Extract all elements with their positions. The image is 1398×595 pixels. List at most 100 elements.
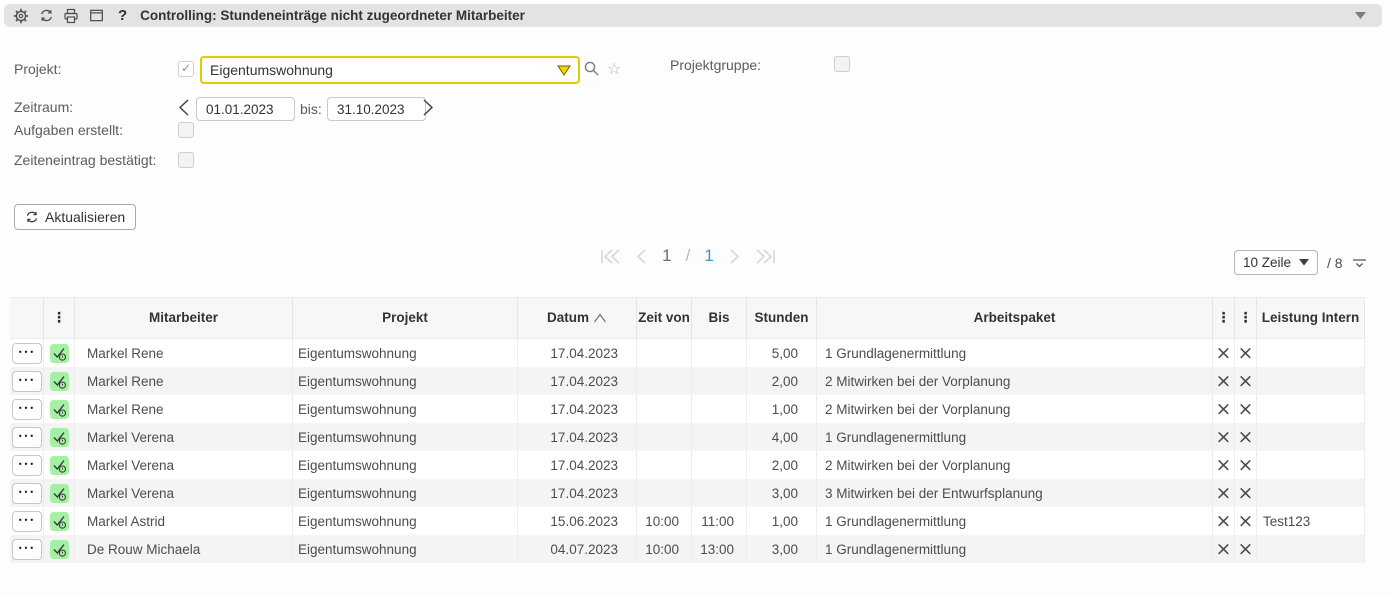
print-icon[interactable] <box>62 7 80 25</box>
cell-mitarbeiter: Markel Verena <box>75 451 293 479</box>
cell-stunden: 1,00 <box>747 395 817 423</box>
confirm-time-entry-button[interactable] <box>50 484 69 503</box>
delete-entry-button[interactable]: × <box>1216 512 1232 531</box>
ellipsis-icon: ••• <box>18 489 35 497</box>
confirm-time-entry-button[interactable] <box>50 512 69 531</box>
column-header-arbeitspaket[interactable]: Arbeitspaket <box>817 298 1213 338</box>
confirm-time-entry-button[interactable] <box>50 344 69 363</box>
row-actions-button[interactable]: ••• <box>12 427 42 448</box>
remove-assignment-button[interactable]: × <box>1238 456 1254 475</box>
refresh-icon[interactable] <box>37 7 55 25</box>
remove-assignment-button[interactable]: × <box>1238 372 1254 391</box>
cell-leistung-intern <box>1257 451 1365 479</box>
previous-page-icon[interactable] <box>635 248 648 265</box>
confirm-time-entry-button[interactable] <box>50 400 69 419</box>
cell-mitarbeiter: Markel Verena <box>75 479 293 507</box>
cell-leistung-intern: Test123 <box>1257 507 1365 535</box>
kebab-icon: ⋮ <box>1217 310 1231 326</box>
cell-projekt: Eigentumswohnung <box>293 339 518 367</box>
row-actions-button[interactable]: ••• <box>12 483 42 504</box>
delete-entry-button[interactable]: × <box>1216 540 1232 559</box>
date-from-input[interactable]: 01.01.2023 <box>196 97 295 121</box>
help-icon[interactable]: ? <box>118 7 127 24</box>
last-page-icon[interactable] <box>755 248 777 265</box>
row-actions-button[interactable]: ••• <box>12 343 42 364</box>
projekt-filter-checkbox[interactable] <box>178 61 194 77</box>
aufgaben-erstellt-checkbox[interactable] <box>178 122 194 138</box>
cell-zeit-von <box>637 451 692 479</box>
cell-arbeitspaket: 3 Mitwirken bei der Entwurfsplanung <box>817 479 1213 507</box>
column-header-projekt[interactable]: Projekt <box>293 298 518 338</box>
current-page[interactable]: 1 <box>662 246 671 266</box>
delete-entry-button[interactable]: × <box>1216 484 1232 503</box>
row-actions-button[interactable]: ••• <box>12 371 42 392</box>
column-header-zeit-von[interactable]: Zeit von <box>637 298 692 338</box>
column-menu-icon[interactable]: ⋮ <box>1213 298 1235 338</box>
delete-entry-button[interactable]: × <box>1216 428 1232 447</box>
remove-assignment-button[interactable]: × <box>1238 484 1254 503</box>
cell-arbeitspaket: 1 Grundlagenermittlung <box>817 535 1213 563</box>
confirm-time-entry-button[interactable] <box>50 428 69 447</box>
cell-datum: 17.04.2023 <box>518 367 637 395</box>
delete-entry-button[interactable]: × <box>1216 372 1232 391</box>
bis-label: bis: <box>300 101 322 117</box>
next-page-icon[interactable] <box>728 248 741 265</box>
sort-ascending-icon <box>593 313 607 323</box>
confirm-time-entry-button[interactable] <box>50 372 69 391</box>
column-header-leistung-intern[interactable]: Leistung Intern <box>1257 298 1365 338</box>
row-actions-button[interactable]: ••• <box>12 511 42 532</box>
cell-datum: 17.04.2023 <box>518 451 637 479</box>
rows-per-page-select[interactable]: 10 Zeile <box>1234 250 1318 275</box>
delete-entry-button[interactable]: × <box>1216 344 1232 363</box>
aktualisieren-button[interactable]: Aktualisieren <box>14 204 136 230</box>
cell-bis <box>692 451 747 479</box>
column-menu-icon[interactable]: ⋮ <box>1235 298 1257 338</box>
remove-assignment-button[interactable]: × <box>1238 512 1254 531</box>
cell-bis <box>692 367 747 395</box>
column-header-stunden[interactable]: Stunden <box>747 298 817 338</box>
cell-stunden: 2,00 <box>747 367 817 395</box>
check-clock-icon <box>50 428 69 447</box>
confirm-time-entry-button[interactable] <box>50 456 69 475</box>
column-header-bis[interactable]: Bis <box>692 298 747 338</box>
cell-mitarbeiter: De Rouw Michaela <box>75 535 293 563</box>
remove-assignment-button[interactable]: × <box>1238 344 1254 363</box>
filter-collapse-icon[interactable] <box>1352 257 1367 269</box>
projekt-select[interactable]: Eigentumswohnung <box>200 56 580 84</box>
ellipsis-icon: ••• <box>18 545 35 553</box>
remove-assignment-button[interactable]: × <box>1238 540 1254 559</box>
next-period-icon[interactable] <box>420 98 435 117</box>
row-actions-button[interactable]: ••• <box>12 539 42 560</box>
previous-period-icon[interactable] <box>177 98 192 117</box>
ellipsis-icon: ••• <box>18 349 35 357</box>
projekt-label: Projekt: <box>14 61 61 77</box>
row-actions-button[interactable]: ••• <box>12 399 42 420</box>
first-page-icon[interactable] <box>599 248 621 265</box>
column-header-datum[interactable]: Datum <box>518 298 637 338</box>
favorite-star-icon[interactable]: ☆ <box>607 59 621 78</box>
cell-mitarbeiter: Markel Rene <box>75 339 293 367</box>
cell-datum: 17.04.2023 <box>518 479 637 507</box>
zeiteneintrag-bestaetigt-label: Zeiteneintrag bestätigt: <box>14 152 156 168</box>
search-icon[interactable] <box>583 60 600 77</box>
cell-leistung-intern <box>1257 395 1365 423</box>
date-to-input[interactable]: 31.10.2023 <box>327 97 426 121</box>
delete-entry-button[interactable]: × <box>1216 456 1232 475</box>
zeiteneintrag-bestaetigt-checkbox[interactable] <box>178 152 194 168</box>
row-actions-button[interactable]: ••• <box>12 455 42 476</box>
delete-entry-button[interactable]: × <box>1216 400 1232 419</box>
column-header-mitarbeiter[interactable]: Mitarbeiter <box>75 298 293 338</box>
column-menu-icon[interactable]: ⋮ <box>44 298 75 338</box>
window-icon[interactable] <box>87 7 105 25</box>
confirm-time-entry-button[interactable] <box>50 540 69 559</box>
cell-arbeitspaket: 2 Mitwirken bei der Vorplanung <box>817 367 1213 395</box>
settings-icon[interactable] <box>12 7 30 25</box>
remove-assignment-button[interactable]: × <box>1238 428 1254 447</box>
cell-leistung-intern <box>1257 535 1365 563</box>
cell-bis: 11:00 <box>692 507 747 535</box>
titlebar-collapse-icon[interactable] <box>1355 12 1366 20</box>
projektgruppe-checkbox[interactable] <box>834 56 850 72</box>
table-row: ••• Markel Astrid Eigentumswohnung 15.06… <box>10 507 1365 535</box>
cell-bis: 13:00 <box>692 535 747 563</box>
remove-assignment-button[interactable]: × <box>1238 400 1254 419</box>
